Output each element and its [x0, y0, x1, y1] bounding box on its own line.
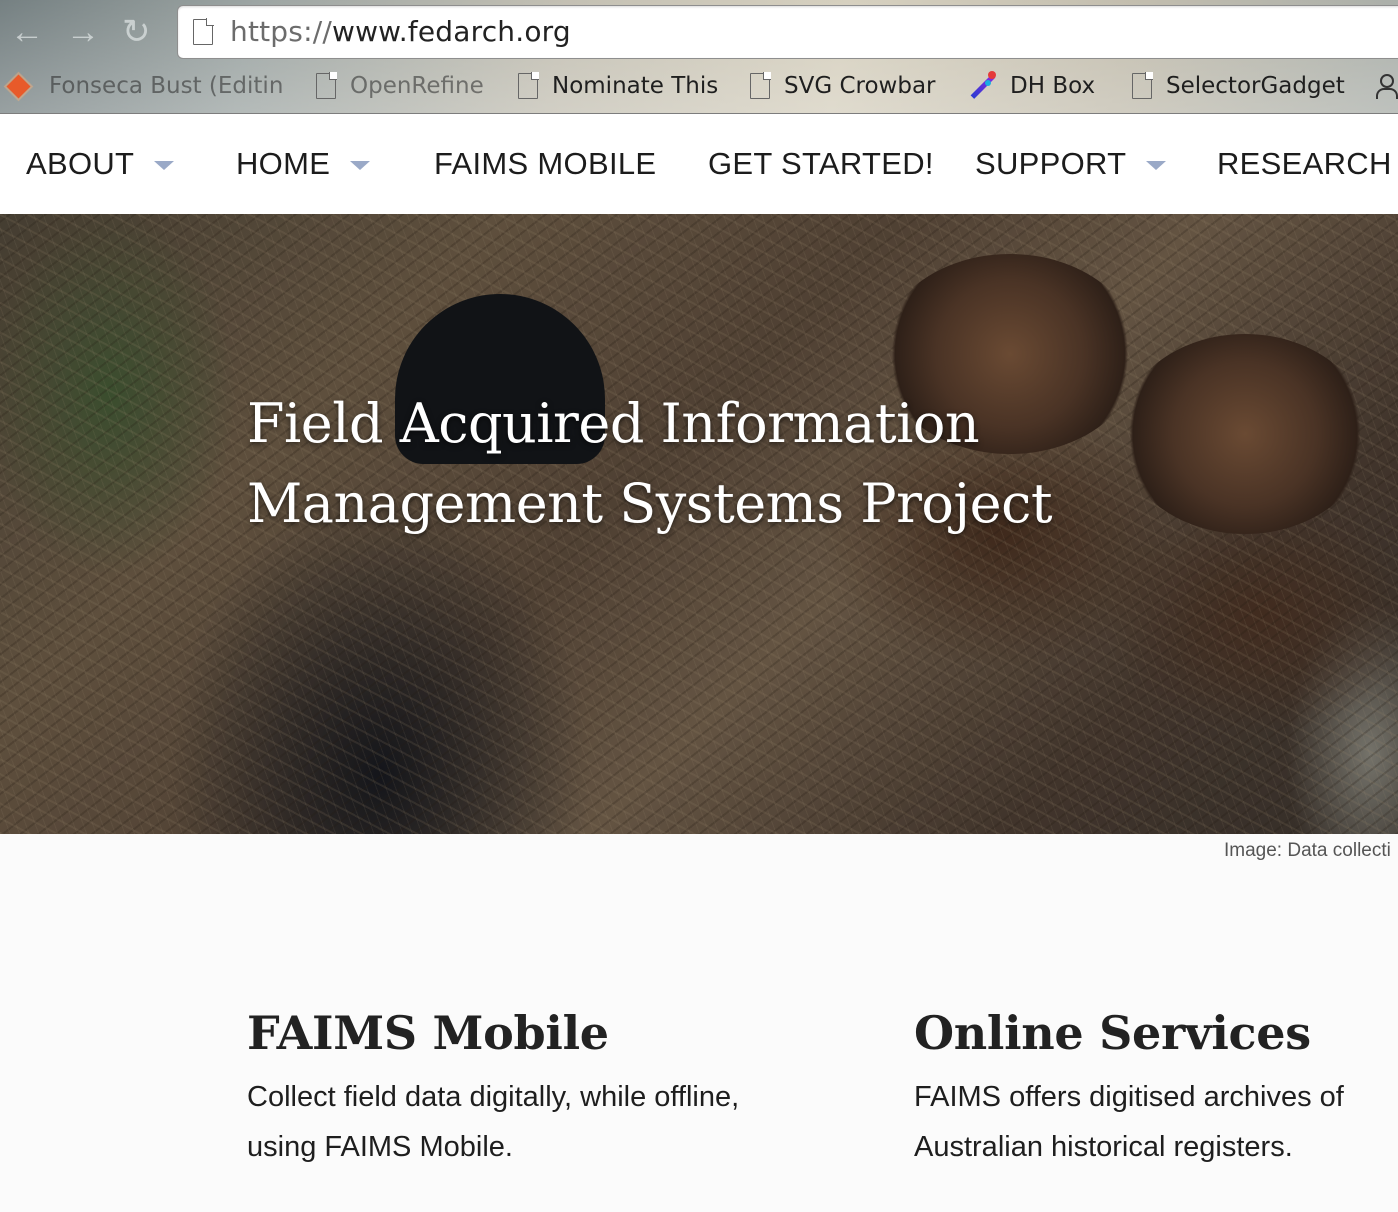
section-heading[interactable]: Online Services [914, 1000, 1394, 1066]
url-scheme: https:// [230, 15, 332, 48]
bookmark-label: SelectorGadget [1166, 73, 1345, 99]
hero-title: Field Acquired Information Management Sy… [247, 384, 1147, 544]
bookmark-nominate-this[interactable]: Nominate This [518, 64, 718, 108]
site-navigation: ABOUT HOME FAIMS MOBILE GET STARTED! SUP… [0, 114, 1398, 214]
nav-home[interactable]: HOME [236, 114, 371, 214]
wand-icon [966, 71, 996, 101]
nav-label: GET STARTED! [708, 146, 934, 181]
bookmark-label: OpenRefine [350, 73, 484, 99]
bookmark-selectorgadget[interactable]: SelectorGadget [1132, 64, 1345, 108]
url-text[interactable]: https://www.fedarch.org [230, 16, 571, 48]
bookmark-label: SVG Crowbar [784, 73, 936, 99]
bookmark-label: Nominate This [552, 73, 719, 99]
address-bar[interactable]: https://www.fedarch.org [177, 5, 1398, 59]
hero-title-line1: Field Acquired Information [247, 392, 980, 455]
reload-icon[interactable]: ↻ [122, 14, 151, 50]
nav-label: ABOUT [26, 146, 135, 181]
nav-label: FAIMS MOBILE [434, 146, 657, 181]
page-icon [1132, 72, 1153, 99]
bookmark-overflow[interactable] [1376, 64, 1398, 108]
section-text: FAIMS offers digitised archives of Austr… [914, 1072, 1394, 1172]
back-arrow-icon[interactable]: ← [10, 14, 44, 50]
bookmarks-bar: Fonseca Bust (Editin OpenRefine Nominate… [0, 64, 1398, 108]
page-icon [518, 72, 539, 99]
section-heading[interactable]: FAIMS Mobile [247, 1000, 867, 1066]
nav-get-started[interactable]: GET STARTED! [708, 114, 934, 214]
hero-title-line2: Management Systems Project [247, 472, 1053, 535]
section-online-services: Online Services FAIMS offers digitised a… [914, 1000, 1394, 1172]
browser-toolbar: ← → ↻ https://www.fedarch.org Fonseca Bu… [0, 0, 1398, 114]
nav-label: RESEARCH [1217, 146, 1392, 181]
section-text-line2: Australian historical registers. [914, 1131, 1293, 1163]
section-text-line1: Collect field data digitally, while offl… [247, 1081, 740, 1113]
nav-faims-mobile[interactable]: FAIMS MOBILE [434, 114, 656, 214]
nav-label: HOME [236, 146, 331, 181]
bookmark-label: Fonseca Bust (Editin [49, 73, 284, 99]
bookmark-dh-box[interactable]: DH Box [966, 64, 1095, 108]
person-icon [1376, 73, 1398, 99]
nav-research[interactable]: RESEARCH [1217, 114, 1398, 214]
page-icon [316, 72, 337, 99]
nav-about[interactable]: ABOUT [26, 114, 175, 214]
bookmark-svg-crowbar[interactable]: SVG Crowbar [750, 64, 936, 108]
nav-support[interactable]: SUPPORT [975, 114, 1167, 214]
bookmark-fonseca-bust[interactable]: Fonseca Bust (Editin [0, 64, 283, 108]
diamond-icon [6, 73, 31, 99]
dropdown-caret-icon [350, 160, 371, 170]
dropdown-caret-icon [154, 160, 175, 170]
nav-label: SUPPORT [975, 146, 1127, 181]
bookmark-label: DH Box [1010, 73, 1096, 99]
image-caption: Image: Data collecti [1224, 840, 1391, 861]
hero-banner: Field Acquired Information Management Sy… [0, 214, 1398, 834]
section-text-line1: FAIMS offers digitised archives of [914, 1081, 1344, 1113]
section-text: Collect field data digitally, while offl… [247, 1072, 867, 1172]
bookmark-openrefine[interactable]: OpenRefine [316, 64, 484, 108]
section-faims-mobile: FAIMS Mobile Collect field data digitall… [247, 1000, 867, 1172]
url-host: www.fedarch.org [331, 15, 571, 48]
forward-arrow-icon[interactable]: → [66, 14, 100, 50]
dropdown-caret-icon [1146, 160, 1167, 170]
hero-photo-detail [1120, 334, 1370, 534]
section-text-line2: using FAIMS Mobile. [247, 1131, 513, 1163]
page-icon [193, 18, 214, 45]
page-icon [750, 72, 771, 99]
